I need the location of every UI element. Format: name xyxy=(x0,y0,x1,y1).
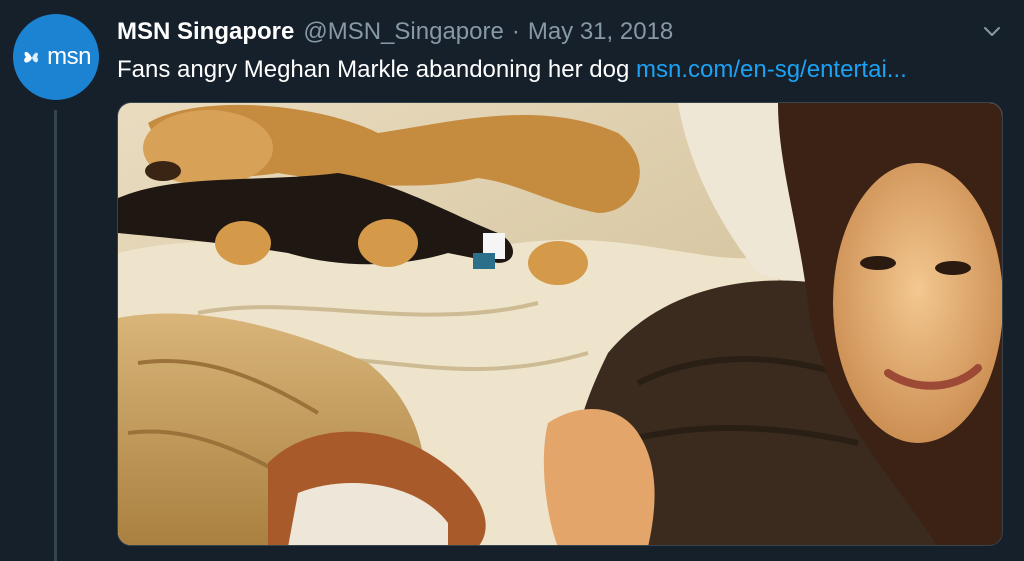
tweet[interactable]: msn MSN Singapore @MSN_Singapore · May 3… xyxy=(0,0,1024,561)
tweet-header: MSN Singapore @MSN_Singapore · May 31, 2… xyxy=(117,16,673,48)
photo-illustration xyxy=(118,103,1002,545)
separator-dot: · xyxy=(511,18,520,45)
tweet-link[interactable]: msn.com/en-sg/entertai... xyxy=(636,56,907,83)
author-display-name[interactable]: MSN Singapore xyxy=(117,18,294,46)
tweet-body: Fans angry Meghan Markle abandoning her … xyxy=(117,56,636,83)
tweet-photo[interactable] xyxy=(117,102,1003,546)
butterfly-icon xyxy=(24,51,39,63)
avatar[interactable]: msn xyxy=(13,14,99,100)
avatar-logo-text: msn xyxy=(47,43,91,70)
thread-line xyxy=(54,110,57,561)
author-handle[interactable]: @MSN_Singapore xyxy=(303,18,503,46)
chevron-down-icon[interactable] xyxy=(980,20,1004,44)
tweet-date[interactable]: May 31, 2018 xyxy=(528,18,673,46)
tweet-text: Fans angry Meghan Markle abandoning her … xyxy=(117,56,907,84)
